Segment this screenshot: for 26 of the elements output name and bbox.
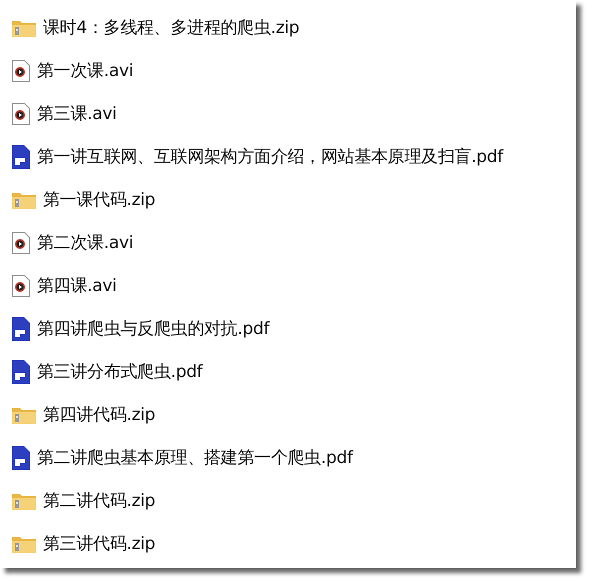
video-file-icon [12, 274, 30, 296]
pdf-file-icon [12, 316, 30, 340]
zip-folder-icon [12, 534, 36, 552]
file-name[interactable]: 第一讲互联网、互联网架构方面介绍，网站基本原理及扫盲.pdf [37, 145, 503, 168]
pdf-file-icon [12, 360, 30, 384]
file-name[interactable]: 第二讲爬虫基本原理、搭建第一个爬虫.pdf [37, 446, 353, 469]
file-name[interactable]: 第一课代码.zip [43, 188, 156, 211]
video-file-icon [12, 102, 30, 124]
pdf-file-icon [12, 446, 30, 470]
zip-folder-icon [12, 492, 36, 510]
pdf-file-icon [12, 144, 30, 168]
video-file-icon [12, 232, 30, 254]
zip-folder-icon [12, 190, 36, 208]
file-name[interactable]: 第四讲代码.zip [43, 403, 156, 426]
file-name[interactable]: 第三课.avi [37, 102, 117, 125]
zip-folder-icon [12, 18, 36, 36]
file-name[interactable]: 第三讲分布式爬虫.pdf [37, 360, 202, 383]
zip-folder-icon [12, 406, 36, 424]
file-name[interactable]: 课时4：多线程、多进程的爬虫.zip [43, 16, 300, 39]
file-name[interactable]: 第四课.avi [37, 274, 117, 297]
file-name[interactable]: 第四讲爬虫与反爬虫的对抗.pdf [37, 317, 270, 340]
file-name[interactable]: 第三讲代码.zip [43, 532, 156, 555]
video-file-icon [12, 60, 30, 82]
file-name[interactable]: 第二次课.avi [37, 231, 134, 254]
file-name[interactable]: 第二讲代码.zip [43, 489, 156, 512]
file-name[interactable]: 第一次课.avi [37, 59, 134, 82]
